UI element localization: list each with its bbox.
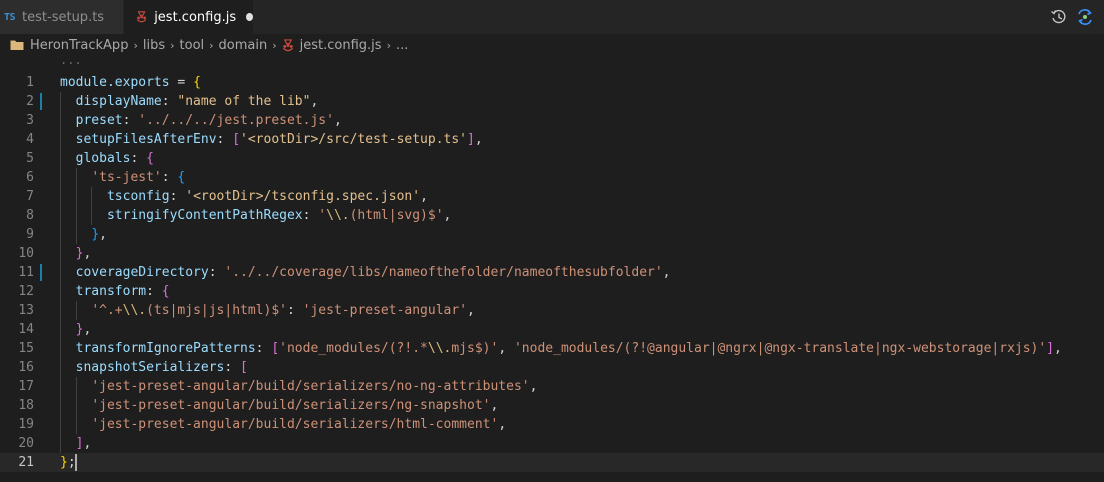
editor-tab-bar: TS test-setup.ts jest.config.js: [0, 0, 1104, 34]
code-text: tsconfig: '<rootDir>/tsconfig.spec.json'…: [106, 189, 428, 204]
code-text: };: [60, 454, 77, 471]
code-text: coverageDirectory: '../../coverage/libs/…: [75, 265, 671, 280]
tab-label: jest.config.js: [154, 9, 237, 25]
chevron-right-icon: ›: [170, 38, 175, 52]
code-text: module.exports = {: [60, 75, 201, 90]
line-number: 5: [26, 151, 34, 166]
code-text: preset: '../../../jest.preset.js',: [75, 113, 342, 128]
breadcrumb-item-jest-config[interactable]: jest.config.js: [300, 38, 382, 53]
code-line[interactable]: 10 },: [0, 244, 1104, 263]
line-number: 7: [26, 189, 34, 204]
unsaved-dot-icon[interactable]: [246, 13, 253, 21]
chevron-right-icon: ›: [272, 38, 277, 52]
code-line[interactable]: 7 tsconfig: '<rootDir>/tsconfig.spec.jso…: [0, 187, 1104, 206]
line-number: 21: [18, 455, 34, 470]
line-number: 2: [26, 94, 34, 109]
line-number: 19: [18, 417, 34, 432]
code-line[interactable]: 6 'ts-jest': {: [0, 168, 1104, 187]
code-line[interactable]: 14 },: [0, 320, 1104, 339]
jest-icon: [282, 38, 293, 51]
typescript-icon: TS: [4, 11, 16, 23]
code-text: snapshotSerializers: [: [75, 360, 248, 375]
code-text: },: [75, 322, 92, 337]
code-text: 'jest-preset-angular/build/serializers/n…: [91, 398, 499, 413]
line-number: 15: [18, 341, 34, 356]
line-number: 1: [26, 75, 34, 90]
line-number: 8: [26, 208, 34, 223]
line-number: 16: [18, 360, 34, 375]
code-line[interactable]: 3 preset: '../../../jest.preset.js',: [0, 111, 1104, 130]
fold-hint: ...: [60, 53, 82, 67]
code-editor[interactable]: ... 1 module.exports = { 2 displayName: "n…: [0, 53, 1104, 482]
line-number: 4: [26, 132, 34, 147]
tab-label: test-setup.ts: [22, 9, 105, 25]
code-line[interactable]: 8 stringifyContentPathRegex: '\\.(html|s…: [0, 206, 1104, 225]
line-number: 6: [26, 170, 34, 185]
breadcrumb-item-domain[interactable]: domain: [219, 38, 268, 53]
breadcrumb-item-herontrackapp[interactable]: HeronTrackApp: [30, 38, 128, 53]
code-line[interactable]: 20 ],: [0, 434, 1104, 453]
line-number: 11: [18, 265, 34, 280]
code-text: ],: [75, 436, 92, 451]
code-line[interactable]: 18 'jest-preset-angular/build/serializer…: [0, 396, 1104, 415]
compare-changes-icon[interactable]: [1076, 8, 1094, 26]
code-text: globals: {: [75, 151, 154, 166]
line-number: 9: [26, 227, 34, 242]
chevron-right-icon: ›: [209, 38, 214, 52]
code-line[interactable]: 21};: [0, 453, 1104, 472]
line-number: 13: [18, 303, 34, 318]
code-text: stringifyContentPathRegex: '\\.(html|svg…: [106, 208, 452, 223]
code-line[interactable]: 12 transform: {: [0, 282, 1104, 301]
code-line[interactable]: 9 },: [0, 225, 1104, 244]
code-text: '^.+\\.(ts|mjs|js|html)$': 'jest-preset-…: [91, 303, 475, 318]
modified-line-marker[interactable]: [40, 264, 42, 281]
code-line[interactable]: 1 module.exports = {: [0, 73, 1104, 92]
timeline-icon[interactable]: [1050, 8, 1068, 26]
code-text: 'jest-preset-angular/build/serializers/h…: [91, 417, 507, 432]
line-number: 12: [18, 284, 34, 299]
code-line[interactable]: 15 transformIgnorePatterns: ['node_modul…: [0, 339, 1104, 358]
breadcrumb: HeronTrackApp › libs › tool › domain › j…: [0, 34, 1104, 56]
line-number: 3: [26, 113, 34, 128]
breadcrumb-item-tool[interactable]: tool: [180, 38, 205, 53]
folder-icon: [10, 40, 24, 50]
line-number: 20: [18, 436, 34, 451]
breadcrumb-item-libs[interactable]: libs: [143, 38, 165, 53]
code-line[interactable]: 16 snapshotSerializers: [: [0, 358, 1104, 377]
modified-line-marker[interactable]: [40, 93, 42, 110]
line-number: 17: [18, 379, 34, 394]
line-number: 18: [18, 398, 34, 413]
code-line[interactable]: 5 globals: {: [0, 149, 1104, 168]
line-number: 10: [18, 246, 34, 261]
code-text: },: [91, 227, 107, 242]
tab-actions: [1050, 0, 1094, 34]
code-text: transform: {: [75, 284, 170, 299]
code-text: transformIgnorePatterns: ['node_modules/…: [75, 341, 1062, 356]
code-line[interactable]: 17 'jest-preset-angular/build/serializer…: [0, 377, 1104, 396]
text-cursor: [74, 454, 77, 471]
code-text: },: [75, 246, 92, 261]
code-text: 'ts-jest': {: [91, 170, 186, 185]
tab-test-setup[interactable]: TS test-setup.ts: [0, 0, 124, 34]
code-line[interactable]: 13 '^.+\\.(ts|mjs|js|html)$': 'jest-pres…: [0, 301, 1104, 320]
code-text: 'jest-preset-angular/build/serializers/n…: [91, 379, 538, 394]
code-line[interactable]: 2 displayName: "name of the lib",: [0, 92, 1104, 111]
code-text: displayName: "name of the lib",: [75, 94, 319, 109]
code-line[interactable]: 4 setupFilesAfterEnv: ['<rootDir>/src/te…: [0, 130, 1104, 149]
tab-jest-config[interactable]: jest.config.js: [124, 0, 254, 34]
line-number: 14: [18, 322, 34, 337]
chevron-right-icon: ›: [386, 38, 391, 52]
chevron-right-icon: ›: [133, 38, 138, 52]
code-line[interactable]: 19 'jest-preset-angular/build/serializer…: [0, 415, 1104, 434]
code-text: setupFilesAfterEnv: ['<rootDir>/src/test…: [75, 132, 483, 147]
code-line[interactable]: 11 coverageDirectory: '../../coverage/li…: [0, 263, 1104, 282]
breadcrumb-item-symbols[interactable]: ...: [396, 38, 408, 53]
jest-icon: [136, 11, 147, 23]
